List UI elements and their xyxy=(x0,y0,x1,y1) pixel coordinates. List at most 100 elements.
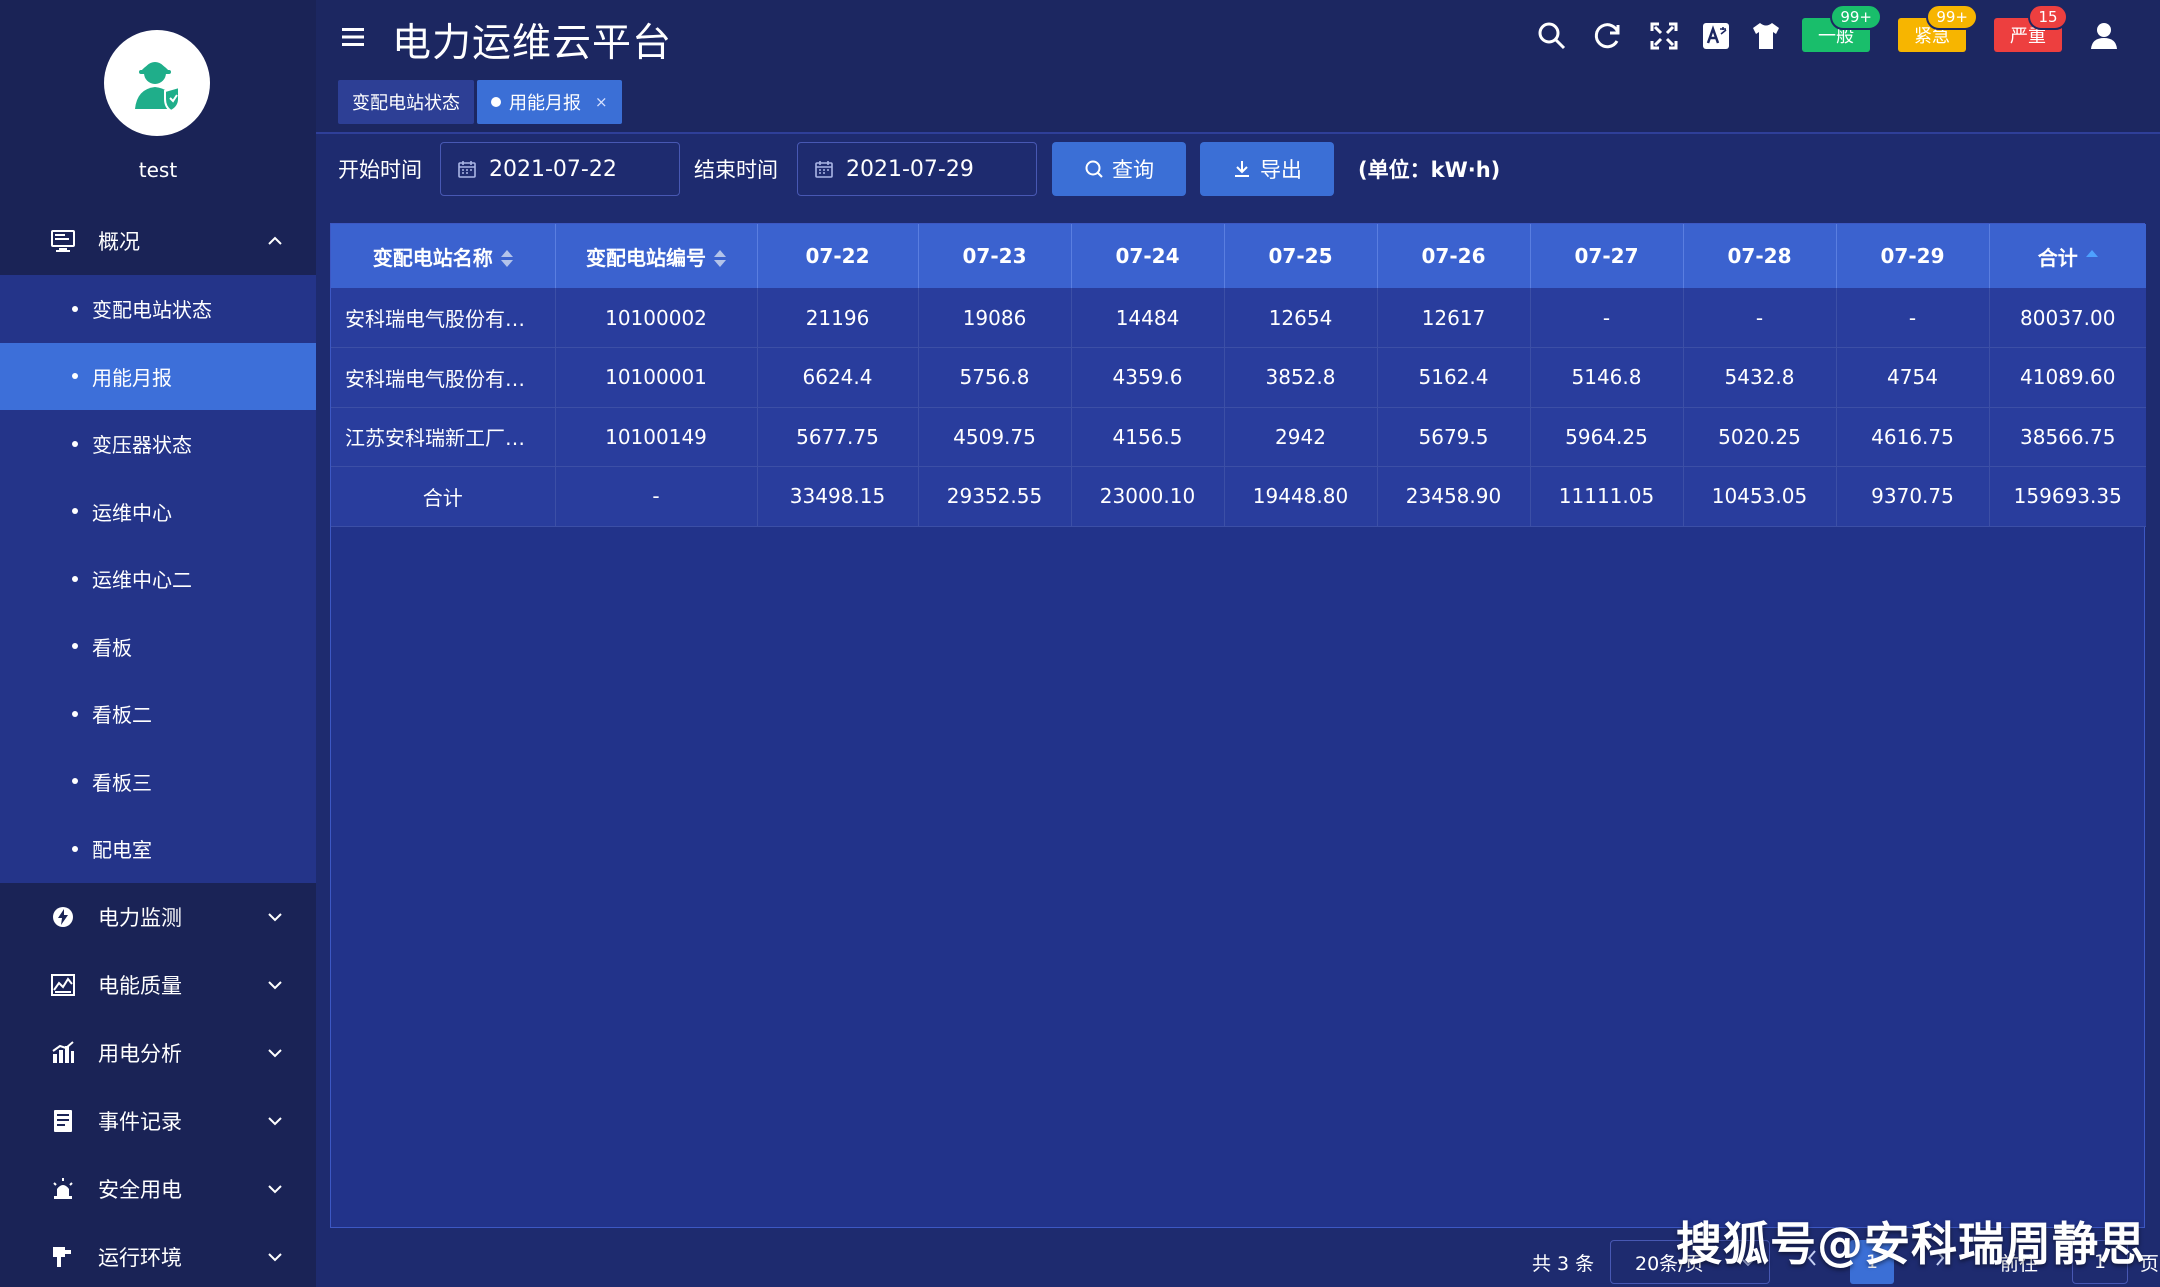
sort-icon[interactable] xyxy=(714,249,726,269)
user-icon[interactable] xyxy=(2088,20,2120,52)
table-cell: 10100002 xyxy=(555,288,758,348)
tab-monthly-energy-report[interactable]: 用能月报 × xyxy=(477,80,622,124)
bullet-icon xyxy=(72,373,78,380)
menu-group-label: 安全用电 xyxy=(98,1177,182,1202)
sidebar-item-label: 看板三 xyxy=(92,770,152,795)
sort-ascending-icon[interactable] xyxy=(2085,249,2098,269)
export-button-label: 导出 xyxy=(1260,158,1302,182)
table-cell: 11111.05 xyxy=(1530,466,1684,527)
sidebar-item-transformer-status[interactable]: 变压器状态 xyxy=(0,410,316,478)
table-row: 江苏安科瑞新工厂配电 10100149 5677.75 4509.75 4156.5 29… xyxy=(331,407,2146,467)
column-header-total[interactable]: 合计 xyxy=(1989,224,2146,288)
column-header-station-code[interactable]: 变配电站编号 xyxy=(555,224,758,288)
sidebar-item-label: 变压器状态 xyxy=(92,433,192,458)
table-cell: 10100001 xyxy=(555,347,758,408)
end-time-label: 结束时间 xyxy=(694,158,778,182)
table-cell: 21196 xyxy=(757,288,919,348)
column-header-date: 07-26 xyxy=(1377,224,1531,288)
menu-group-power-monitoring[interactable]: 电力监测 xyxy=(0,883,316,951)
table-cell: 9370.75 xyxy=(1836,466,1990,527)
menu-group-label: 事件记录 xyxy=(98,1109,182,1134)
bullet-icon xyxy=(72,710,78,717)
menu-group-environment[interactable]: 运行环境 xyxy=(0,1223,316,1287)
table-cell: 4156.5 xyxy=(1071,407,1225,467)
translate-icon[interactable] xyxy=(1700,20,1732,52)
download-icon xyxy=(1235,161,1249,177)
table-cell: 80037.00 xyxy=(1989,288,2146,348)
table-cell: 6624.4 xyxy=(757,347,919,408)
search-icon xyxy=(1085,160,1103,178)
table-cell: 2942 xyxy=(1224,407,1378,467)
alarm-general-button[interactable]: 一般 99+ xyxy=(1802,4,1882,52)
table-cell: 12617 xyxy=(1377,288,1531,348)
active-dot-icon xyxy=(491,97,501,107)
sort-icon[interactable] xyxy=(500,249,513,269)
start-time-label: 开始时间 xyxy=(338,158,422,182)
sidebar-item-dashboard[interactable]: 看板 xyxy=(0,613,316,681)
tab-substation-status[interactable]: 变配电站状态 xyxy=(338,80,474,124)
table-cell: - xyxy=(555,466,758,527)
chevron-down-icon xyxy=(268,980,282,989)
menu-group-label: 电能质量 xyxy=(98,973,182,998)
table-cell: 14484 xyxy=(1071,288,1225,348)
menu-group-usage-analysis[interactable]: 用电分析 xyxy=(0,1019,316,1087)
chevron-down-icon xyxy=(268,1252,282,1261)
table-cell: 5020.25 xyxy=(1683,407,1837,467)
sidebar-item-om-center-2[interactable]: 运维中心二 xyxy=(0,545,316,613)
hamburger-menu-icon[interactable] xyxy=(340,24,366,50)
bullet-icon xyxy=(72,305,78,312)
menu-group-power-quality[interactable]: 电能质量 xyxy=(0,951,316,1019)
start-date-input[interactable]: 2021-07-22 xyxy=(440,142,680,196)
sidebar-item-dashboard-3[interactable]: 看板三 xyxy=(0,748,316,816)
alarm-critical-button[interactable]: 严重 15 xyxy=(1994,4,2068,52)
sidebar-item-label: 配电室 xyxy=(92,838,152,863)
sidebar-item-substation-status[interactable]: 变配电站状态 xyxy=(0,275,316,343)
table-cell: 23458.90 xyxy=(1377,466,1531,527)
bullet-icon xyxy=(72,440,78,447)
sidebar-item-label: 看板二 xyxy=(92,703,152,728)
sidebar-item-power-room[interactable]: 配电室 xyxy=(0,815,316,883)
table-total-row: 合计 -33498.15 29352.55 23000.10 19448.80 23458… xyxy=(331,466,2146,527)
chevron-down-icon xyxy=(268,1048,282,1057)
fullscreen-icon[interactable] xyxy=(1648,20,1680,52)
sidebar-item-dashboard-2[interactable]: 看板二 xyxy=(0,680,316,748)
table-cell: 12654 xyxy=(1224,288,1378,348)
menu-group-event-records[interactable]: 事件记录 xyxy=(0,1087,316,1155)
table-cell: 江苏安科瑞新工厂配电 xyxy=(331,407,556,467)
column-header-label: 变配电站编号 xyxy=(586,245,706,270)
chevron-down-icon xyxy=(268,1184,282,1193)
theme-shirt-icon[interactable] xyxy=(1750,20,1782,52)
sidebar-item-label: 用能月报 xyxy=(92,365,172,390)
export-button[interactable]: 导出 xyxy=(1200,142,1334,196)
table-cell: - xyxy=(1683,288,1837,348)
bullet-icon xyxy=(72,508,78,515)
column-header-date: 07-24 xyxy=(1071,224,1225,288)
table-row: 安科瑞电气股份有限公司 10100001 6624.4 5756.8 4359.6 385… xyxy=(331,347,2146,408)
tabs-bar: 变配电站状态 用能月报 × xyxy=(316,72,2160,134)
column-header-date: 07-27 xyxy=(1530,224,1684,288)
table-cell: 安科瑞电气股份有限公司 xyxy=(331,288,556,348)
bullet-icon xyxy=(72,778,78,785)
menu-group-safe-electricity[interactable]: 安全用电 xyxy=(0,1155,316,1223)
menu-group-overview[interactable]: 概况 xyxy=(0,207,316,275)
column-header-station-name[interactable]: 变配电站名称 xyxy=(331,224,556,288)
column-header-label: 合计 xyxy=(2037,245,2078,270)
calendar-icon xyxy=(458,161,476,178)
alarm-urgent-button[interactable]: 紧急 99+ xyxy=(1898,4,1978,52)
table-cell: 安科瑞电气股份有限公司 xyxy=(331,347,556,408)
column-header-label: 变配电站名称 xyxy=(372,245,493,270)
close-icon[interactable]: × xyxy=(595,93,608,111)
table-cell: 5146.8 xyxy=(1530,347,1684,408)
query-button[interactable]: 查询 xyxy=(1052,142,1186,196)
sidebar-item-monthly-energy-report[interactable]: 用能月报 xyxy=(0,342,316,410)
alarm-light-icon xyxy=(48,1174,78,1204)
end-date-input[interactable]: 2021-07-29 xyxy=(797,142,1037,196)
sidebar-item-om-center[interactable]: 运维中心 xyxy=(0,478,316,546)
bar-chart-icon xyxy=(48,1038,78,1068)
search-icon[interactable] xyxy=(1536,20,1568,52)
avatar[interactable] xyxy=(104,30,210,136)
user-profile: test xyxy=(0,0,316,207)
refresh-icon[interactable] xyxy=(1592,20,1624,52)
start-date-value: 2021-07-22 xyxy=(489,156,617,182)
bullet-icon xyxy=(72,845,78,852)
